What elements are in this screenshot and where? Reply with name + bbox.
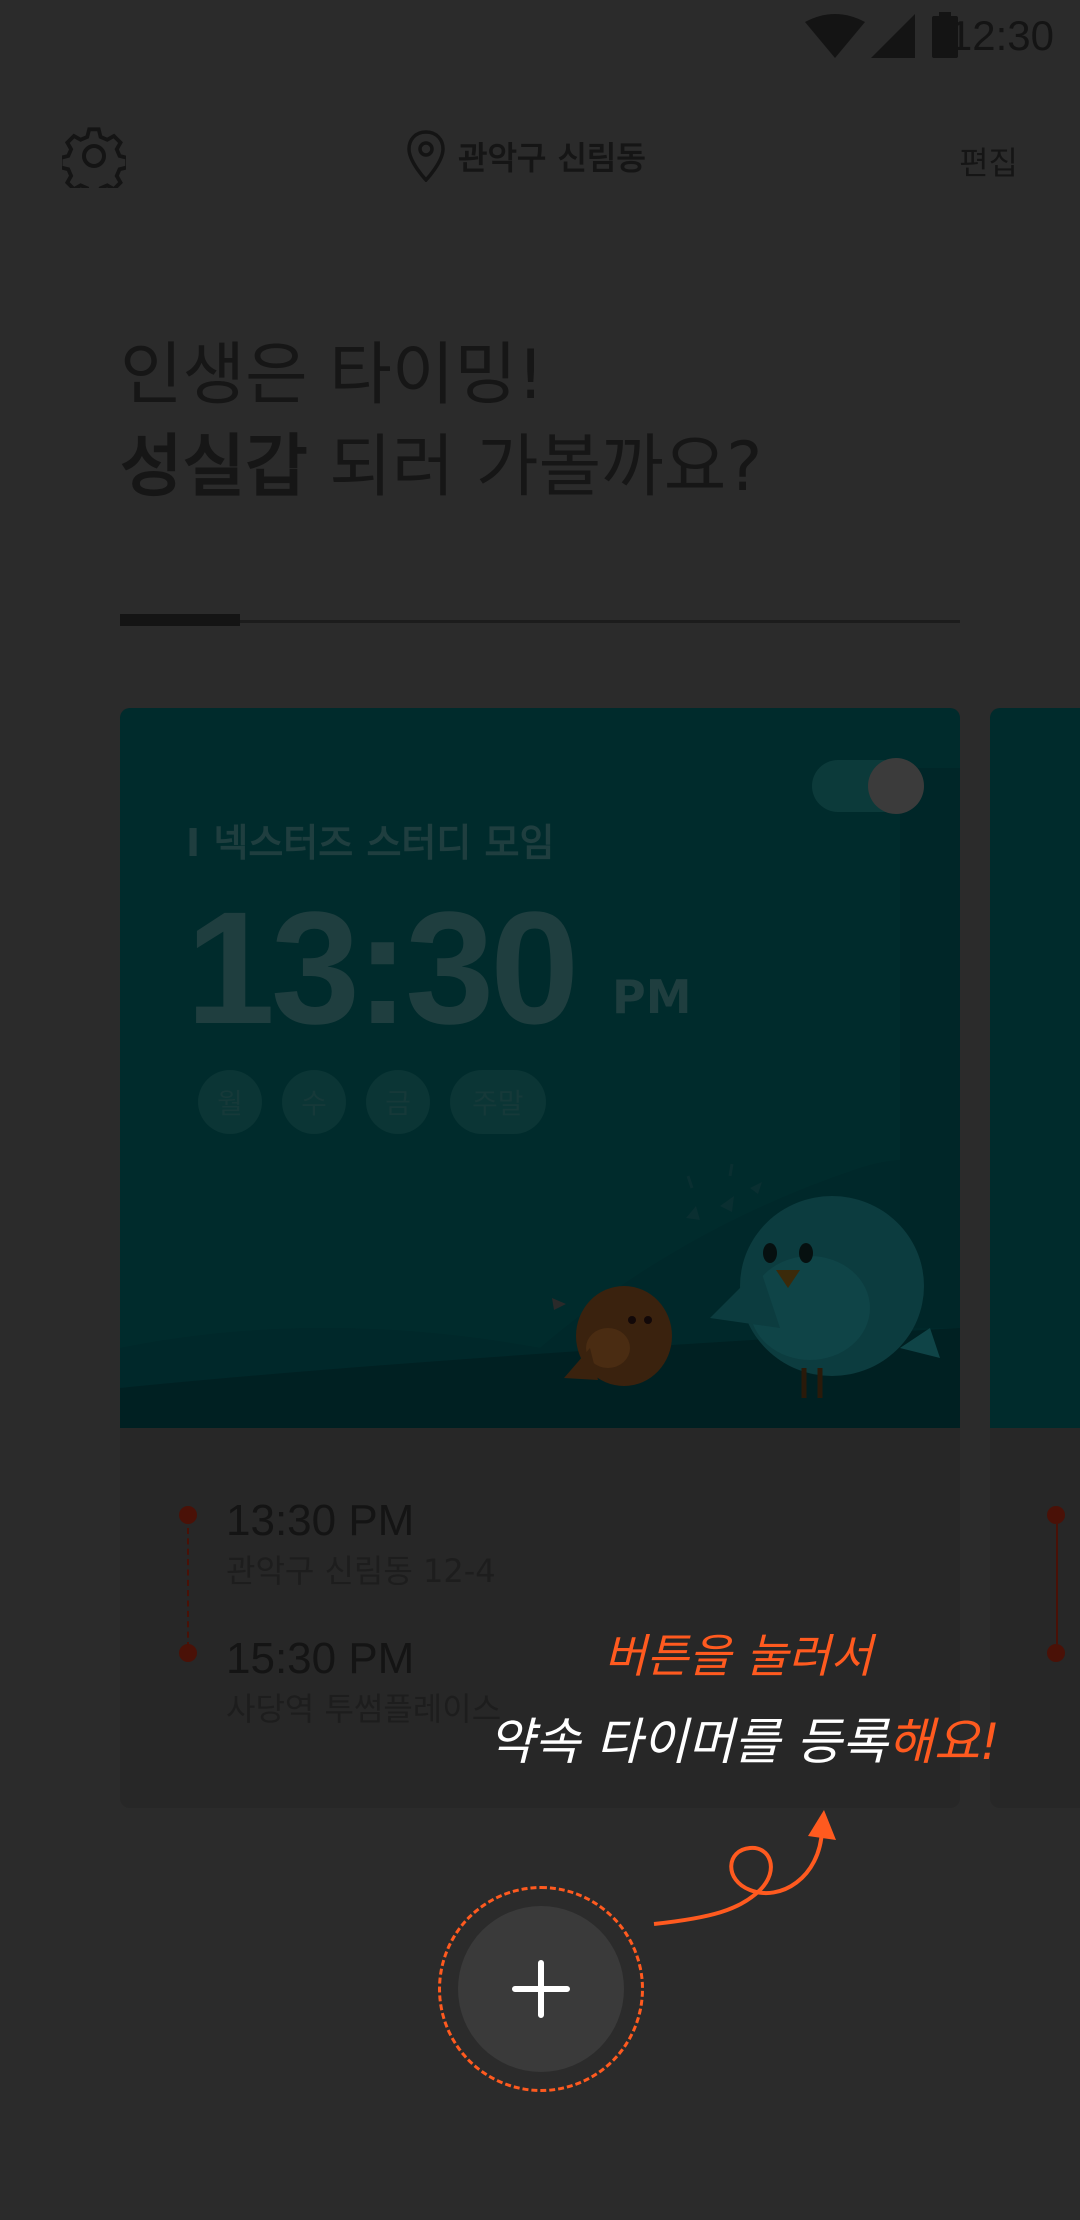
headline-line1: 인생은 타이밍! [120, 336, 545, 415]
map-pin-icon [407, 130, 445, 182]
timer-title-text: 넥스터즈 스터디 모임 [213, 821, 555, 865]
hint-line1: 버튼을 눌러서 [604, 1629, 873, 1683]
repeat-days: 월 수 금 주말 [198, 1070, 566, 1134]
timer-toggle[interactable] [812, 758, 924, 814]
status-bar: 12:30 [0, 0, 1080, 75]
route-end-time: 15:30 PM [226, 1634, 415, 1683]
carousel-progress-track [120, 620, 960, 623]
edit-button[interactable]: 편집 [959, 138, 1018, 184]
hint-line2-accent: 해요! [887, 1713, 1000, 1771]
gear-icon[interactable] [62, 124, 126, 188]
add-timer-button[interactable] [458, 1906, 624, 2072]
status-time: 12:30 [948, 12, 1054, 59]
route-dot [179, 1644, 197, 1662]
hint-arrow-icon [653, 1810, 836, 1926]
signal-icon [871, 14, 915, 58]
day-chip: 월 [198, 1070, 262, 1134]
plus-icon [512, 1960, 570, 2018]
timer-ampm: PM [612, 970, 692, 1024]
screen: 12:30 관악구 신림동 편집 인생은 타이밍! 성실갑 되러 가볼까요? I… [0, 0, 1080, 2220]
headline-line2: 성실갑 되러 가볼까요? [120, 422, 762, 514]
headline-rest: 되러 가볼까요? [307, 428, 763, 507]
route-connector [187, 1528, 189, 1648]
location-label: 관악구 신림동 [458, 139, 646, 177]
hint-line2-main: 약속 타이머를 등록 [488, 1713, 888, 1771]
timer-card-header: I 넥스터즈 스터디 모임 13:30 PM 월 수 금 주말 [120, 708, 960, 1428]
wifi-icon [805, 14, 865, 58]
day-chip: 수 [282, 1070, 346, 1134]
timer-time: 13:30 [186, 878, 579, 1057]
route-end-place: 사당역 투썸플레이스 [226, 1690, 502, 1728]
timer-title: I 넥스터즈 스터디 모임 [186, 812, 554, 867]
top-app-bar: 관악구 신림동 편집 [0, 110, 1080, 200]
hint-line2: 약속 타이머를 등록해요! [488, 1702, 1000, 1774]
route-start-place: 관악구 신림동 12-4 [226, 1552, 496, 1590]
route-dot [1047, 1644, 1065, 1662]
route-dot [179, 1506, 197, 1524]
day-chip: 주말 [450, 1070, 546, 1134]
toggle-knob [868, 758, 924, 814]
route-dot [1047, 1506, 1065, 1524]
route-connector [1056, 1524, 1058, 1644]
next-timer-card[interactable] [990, 708, 1080, 1808]
next-card-header [990, 708, 1080, 1428]
title-bar-mark: I [186, 821, 214, 865]
day-chip: 금 [366, 1070, 430, 1134]
headline-emphasis: 성실갑 [120, 428, 308, 507]
carousel-progress-indicator [120, 614, 240, 626]
location-selector[interactable]: 관악구 신림동 [406, 130, 646, 182]
greeting-headline: 인생은 타이밍! 성실갑 되러 가볼까요? [120, 330, 762, 514]
route-start-time: 13:30 PM [226, 1496, 415, 1545]
